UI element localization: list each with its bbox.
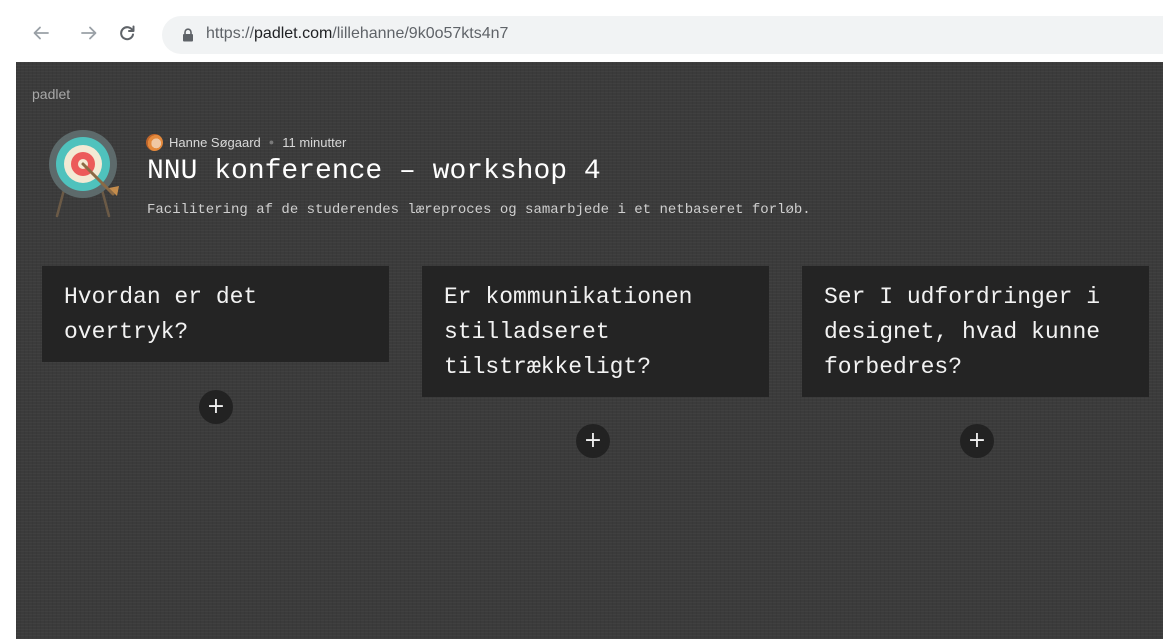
url-text[interactable]: https://padlet.com/lillehanne/9k0o57kts4… xyxy=(206,25,508,43)
padlet-board: padlet Hanne Søgaard ● 11 minutter NNU k… xyxy=(16,62,1163,639)
column-header[interactable]: Ser I udfordringer i designet, hvad kunn… xyxy=(802,266,1149,397)
author-name[interactable]: Hanne Søgaard xyxy=(169,135,261,150)
forward-arrow-icon xyxy=(81,26,97,40)
add-post-button[interactable]: + xyxy=(960,424,994,458)
column-header[interactable]: Hvordan er det overtryk? xyxy=(42,266,389,362)
back-arrow-icon xyxy=(33,26,49,40)
timestamp: 11 minutter xyxy=(282,134,347,150)
reload-button[interactable] xyxy=(116,22,138,44)
target-icon xyxy=(49,130,119,218)
column-1: Hvordan er det overtryk? + xyxy=(42,266,389,424)
board-description: Facilitering af de studerendes læreproce… xyxy=(147,202,811,218)
author-row: Hanne Søgaard ● 11 minutter xyxy=(146,132,346,152)
column-2: Er kommunikationen stilladseret tilstræk… xyxy=(422,266,769,458)
separator-dot: ● xyxy=(268,137,275,147)
padlet-logo[interactable]: padlet xyxy=(32,86,70,102)
add-post-button[interactable]: + xyxy=(199,390,233,424)
url-host: padlet.com xyxy=(254,25,333,42)
back-button[interactable] xyxy=(30,22,52,44)
add-post-button[interactable]: + xyxy=(576,424,610,458)
avatar[interactable] xyxy=(146,133,163,151)
column-header[interactable]: Er kommunikationen stilladseret tilstræk… xyxy=(422,266,769,397)
browser-toolbar: https://padlet.com/lillehanne/9k0o57kts4… xyxy=(0,0,1163,62)
lock-icon xyxy=(183,28,193,42)
url-scheme: https:// xyxy=(206,25,255,42)
url-path: /lillehanne/9k0o57kts4n7 xyxy=(332,25,509,42)
board-title: NNU konference – workshop 4 xyxy=(147,156,601,187)
column-3: Ser I udfordringer i designet, hvad kunn… xyxy=(802,266,1149,458)
reload-icon xyxy=(120,25,135,41)
forward-button[interactable] xyxy=(78,22,100,44)
